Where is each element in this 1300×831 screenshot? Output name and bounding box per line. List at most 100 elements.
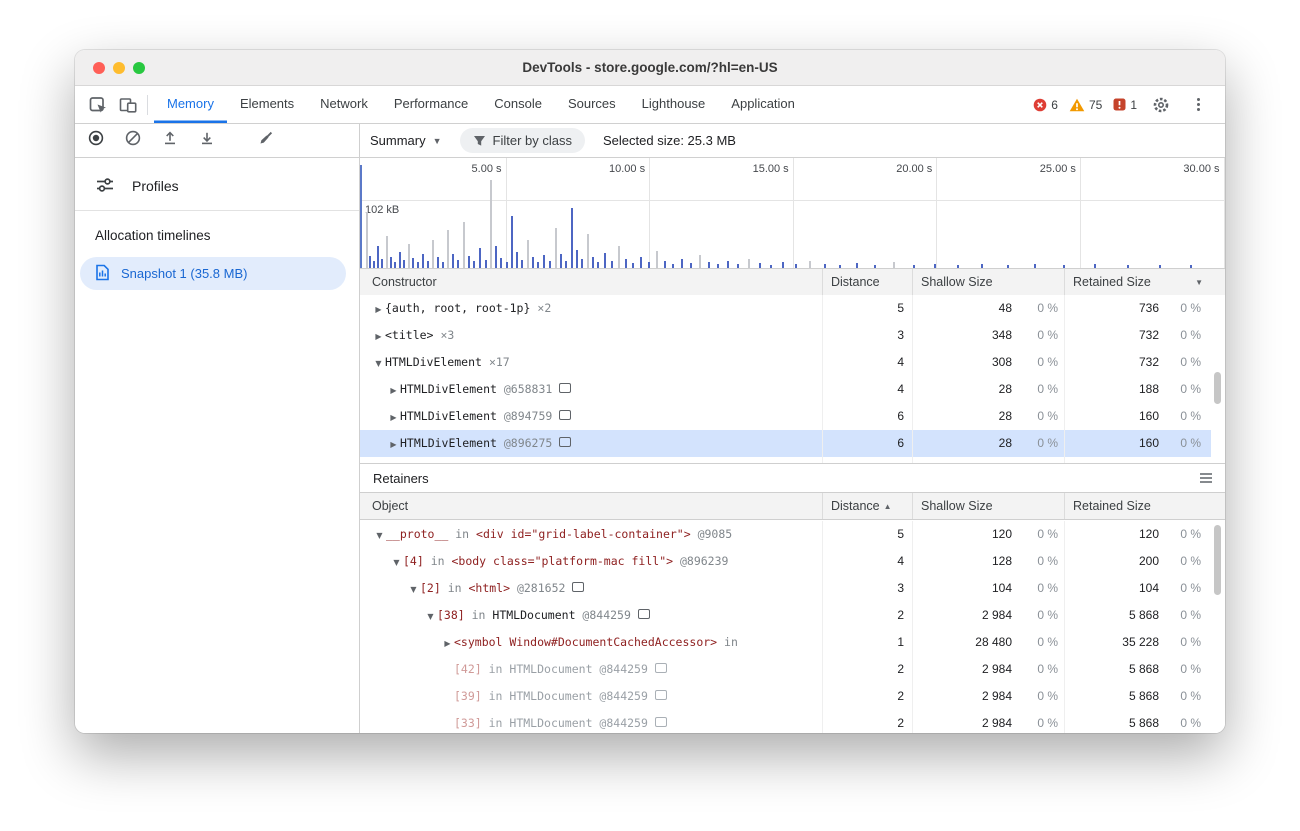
class-filter-input[interactable]: Filter by class — [460, 128, 585, 153]
constructor-row[interactable]: ▶HTMLDivElement @6588314280 %1880 % — [360, 376, 1211, 403]
console-warnings-badge[interactable]: 75 — [1069, 98, 1102, 112]
object-cell: ▼__proto__ in <div id="grid-label-contai… — [360, 521, 822, 548]
allocation-bar — [452, 254, 454, 268]
tree-toggle-icon[interactable]: ▼ — [372, 350, 385, 376]
tab-application[interactable]: Application — [718, 86, 808, 123]
tab-sources[interactable]: Sources — [555, 86, 629, 123]
settings-gear-icon[interactable] — [1148, 92, 1174, 118]
reveal-in-elements-icon[interactable] — [655, 690, 667, 700]
allocation-bar — [640, 257, 642, 268]
retainer-row[interactable]: [39] in HTMLDocument @84425922 9840 %5 8… — [360, 683, 1211, 710]
column-header-shallow-size[interactable]: Shallow Size — [912, 493, 1064, 519]
tree-toggle-icon[interactable]: ▶ — [372, 296, 385, 322]
column-header-distance[interactable]: Distance — [822, 269, 912, 295]
perspective-select[interactable]: Summary ▼ — [370, 133, 442, 148]
constructor-cell: ▶{auth, root, root-1p}×2 — [360, 295, 822, 322]
scrollbar-thumb[interactable] — [1214, 525, 1221, 595]
retainers-title: Retainers — [373, 471, 429, 486]
allocation-bar — [727, 261, 729, 268]
tab-lighthouse[interactable]: Lighthouse — [629, 86, 719, 123]
save-profile-icon[interactable] — [199, 130, 215, 151]
reveal-in-elements-icon[interactable] — [638, 609, 650, 619]
object-cell: [39] in HTMLDocument @844259 — [360, 683, 822, 710]
tree-toggle-icon[interactable]: ▶ — [387, 431, 400, 457]
issues-badge[interactable]: 1 — [1113, 98, 1137, 112]
column-header-object[interactable]: Object — [360, 499, 822, 513]
reveal-in-elements-icon[interactable] — [655, 717, 667, 727]
tab-network[interactable]: Network — [307, 86, 381, 123]
retainer-row[interactable]: ▼[4] in <body class="platform-mac fill">… — [360, 548, 1211, 575]
tab-performance[interactable]: Performance — [381, 86, 481, 123]
device-toolbar-icon[interactable] — [115, 92, 141, 118]
tree-toggle-icon[interactable]: ▶ — [387, 404, 400, 430]
reveal-in-elements-icon[interactable] — [559, 383, 571, 393]
allocation-bar — [463, 222, 465, 268]
tree-toggle-icon[interactable]: ▼ — [390, 549, 403, 575]
constructor-row[interactable]: ▶{auth, root, root-1p}×25480 %7360 % — [360, 295, 1211, 322]
tree-toggle-icon[interactable]: ▶ — [372, 323, 385, 349]
tree-toggle-icon[interactable]: ▶ — [387, 377, 400, 403]
zoom-window-button[interactable] — [133, 62, 145, 74]
clear-all-profiles-icon[interactable] — [258, 130, 274, 151]
titlebar: DevTools - store.google.com/?hl=en-US — [75, 50, 1225, 86]
reveal-in-elements-icon[interactable] — [655, 663, 667, 673]
tab-console[interactable]: Console — [481, 86, 555, 123]
load-profile-icon[interactable] — [162, 130, 178, 151]
console-errors-badge[interactable]: 6 — [1033, 98, 1058, 112]
gridline — [1224, 158, 1225, 268]
warning-count: 75 — [1089, 98, 1102, 112]
close-window-button[interactable] — [93, 62, 105, 74]
retainer-row[interactable]: [42] in HTMLDocument @84425922 9840 %5 8… — [360, 656, 1211, 683]
retained-size-cell: 5 8680 % — [1064, 683, 1211, 710]
retainer-row[interactable]: ▼__proto__ in <div id="grid-label-contai… — [360, 521, 1211, 548]
time-tick-label: 30.00 s — [1183, 163, 1219, 175]
allocation-bar — [656, 251, 658, 268]
constructor-row[interactable]: ▶<title>×333480 %7320 % — [360, 322, 1211, 349]
minimize-window-button[interactable] — [113, 62, 125, 74]
record-heap-icon[interactable] — [88, 130, 104, 151]
allocation-bar — [604, 253, 606, 268]
time-tick-label: 15.00 s — [753, 163, 789, 175]
selection-handle-left[interactable] — [360, 165, 362, 268]
hamburger-menu-icon[interactable] — [1199, 472, 1213, 487]
clear-icon[interactable] — [125, 130, 141, 151]
distance-cell: 2 — [822, 710, 912, 733]
retainer-row[interactable]: ▼[2] in <html> @28165231040 %1040 % — [360, 575, 1211, 602]
retained-size-cell: 7320 % — [1064, 349, 1211, 376]
reveal-in-elements-icon[interactable] — [559, 437, 571, 447]
column-header-distance[interactable]: Distance▲ — [822, 493, 912, 519]
constructor-row[interactable]: ▶HTMLDivElement @8962756280 %1600 % — [360, 430, 1211, 457]
retainer-row[interactable]: ▶<symbol Window#DocumentCachedAccessor> … — [360, 629, 1211, 656]
tree-toggle-icon[interactable]: ▼ — [424, 603, 437, 629]
gridline — [506, 158, 507, 268]
constructor-row[interactable]: ▶HTMLDivElement @8947596280 %1600 % — [360, 403, 1211, 430]
tune-sliders-icon[interactable] — [95, 175, 115, 198]
profiles-sidebar: Profiles Allocation timelines Snapshot 1… — [75, 158, 360, 733]
filter-funnel-icon — [473, 135, 486, 147]
inspect-element-icon[interactable] — [85, 92, 111, 118]
column-header-retained-size[interactable]: Retained Size — [1064, 493, 1211, 519]
scrollbar-thumb[interactable] — [1214, 372, 1221, 404]
tab-memory[interactable]: Memory — [154, 86, 227, 123]
retainer-row[interactable]: [33] in HTMLDocument @84425922 9840 %5 8… — [360, 710, 1211, 733]
constructor-row[interactable]: ▼HTMLDivElement×1743080 %7320 % — [360, 349, 1211, 376]
reveal-in-elements-icon[interactable] — [572, 582, 584, 592]
sidebar-item-snapshot-1[interactable]: Snapshot 1 (35.8 MB) — [80, 257, 346, 290]
allocation-bar — [560, 254, 562, 268]
column-header-retained-size[interactable]: Retained Size▼ — [1064, 269, 1211, 295]
column-header-constructor[interactable]: Constructor — [360, 275, 822, 289]
allocation-timeline-chart[interactable]: 102 kB 5.00 s10.00 s15.00 s20.00 s25.00 … — [360, 158, 1225, 268]
reveal-in-elements-icon[interactable] — [559, 410, 571, 420]
object-cell: ▼[38] in HTMLDocument @844259 — [360, 602, 822, 629]
divider — [147, 95, 148, 115]
kebab-menu-icon[interactable] — [1185, 92, 1211, 118]
tree-toggle-icon[interactable]: ▼ — [373, 522, 386, 548]
distance-cell: 2 — [822, 683, 912, 710]
allocation-timelines-label: Allocation timelines — [95, 228, 211, 243]
retainer-row[interactable]: ▼[38] in HTMLDocument @84425922 9840 %5 … — [360, 602, 1211, 629]
tree-toggle-icon[interactable]: ▼ — [407, 576, 420, 602]
column-header-shallow-size[interactable]: Shallow Size — [912, 269, 1064, 295]
tab-elements[interactable]: Elements — [227, 86, 307, 123]
tree-toggle-icon[interactable]: ▶ — [441, 630, 454, 656]
gridline — [936, 158, 937, 268]
